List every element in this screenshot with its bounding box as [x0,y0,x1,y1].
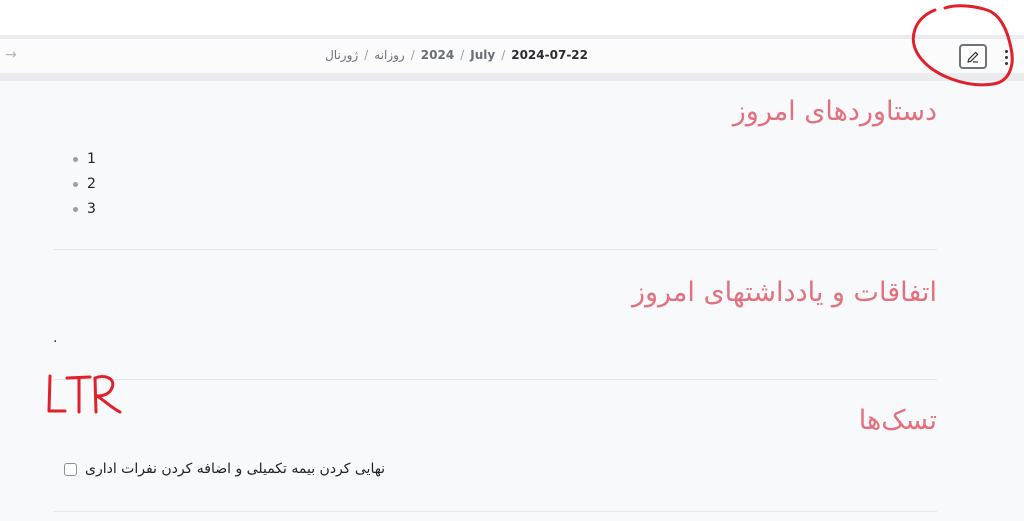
notes-text: . [53,330,58,346]
achievements-list: 1 2 3 [70,151,96,226]
task-item: نهایی کردن بیمه تکمیلی و اضافه کردن نفرا… [64,459,385,479]
breadcrumb-separator: / [460,48,465,62]
section-divider [54,249,937,250]
list-item: 1 [70,151,96,176]
arrow-right-icon[interactable]: → [3,47,19,63]
list-item: 3 [70,201,96,226]
section-heading-achievements: دستاوردهای امروز [732,96,937,127]
breadcrumb-item-year[interactable]: 2024 [421,47,454,63]
breadcrumb-item-month[interactable]: July [470,47,495,63]
task-checkbox[interactable] [64,462,77,476]
pencil-icon [967,51,979,63]
section-heading-tasks: تسک‌ها [858,405,937,436]
breadcrumb-separator: / [501,48,506,62]
task-label: نهایی کردن بیمه تکمیلی و اضافه کردن نفرا… [85,461,386,477]
breadcrumb-separator: / [364,48,369,62]
edit-button[interactable] [959,44,987,69]
header-bottom-divider [0,74,1024,81]
section-heading-notes: اتفاقات و یادداشتهای امروز [631,277,937,308]
section-divider [54,511,937,512]
breadcrumb-separator: / [410,48,415,62]
window-top-band [0,0,1024,35]
section-divider [54,379,937,380]
breadcrumb-item-journal[interactable]: ژورنال [325,47,358,63]
vertical-ellipsis-icon [1004,49,1008,53]
breadcrumb-item-current-date[interactable]: 2024-07-22 [511,47,588,63]
note-content: دستاوردهای امروز 1 2 3 اتفاقات و یادداشت… [0,81,1024,521]
more-options-button[interactable] [999,45,1013,69]
breadcrumb: ژورنال / روزانه / 2024 / July / 2024-07-… [325,47,588,63]
list-item: 2 [70,176,96,201]
breadcrumb-item-daily[interactable]: روزانه [374,47,405,63]
